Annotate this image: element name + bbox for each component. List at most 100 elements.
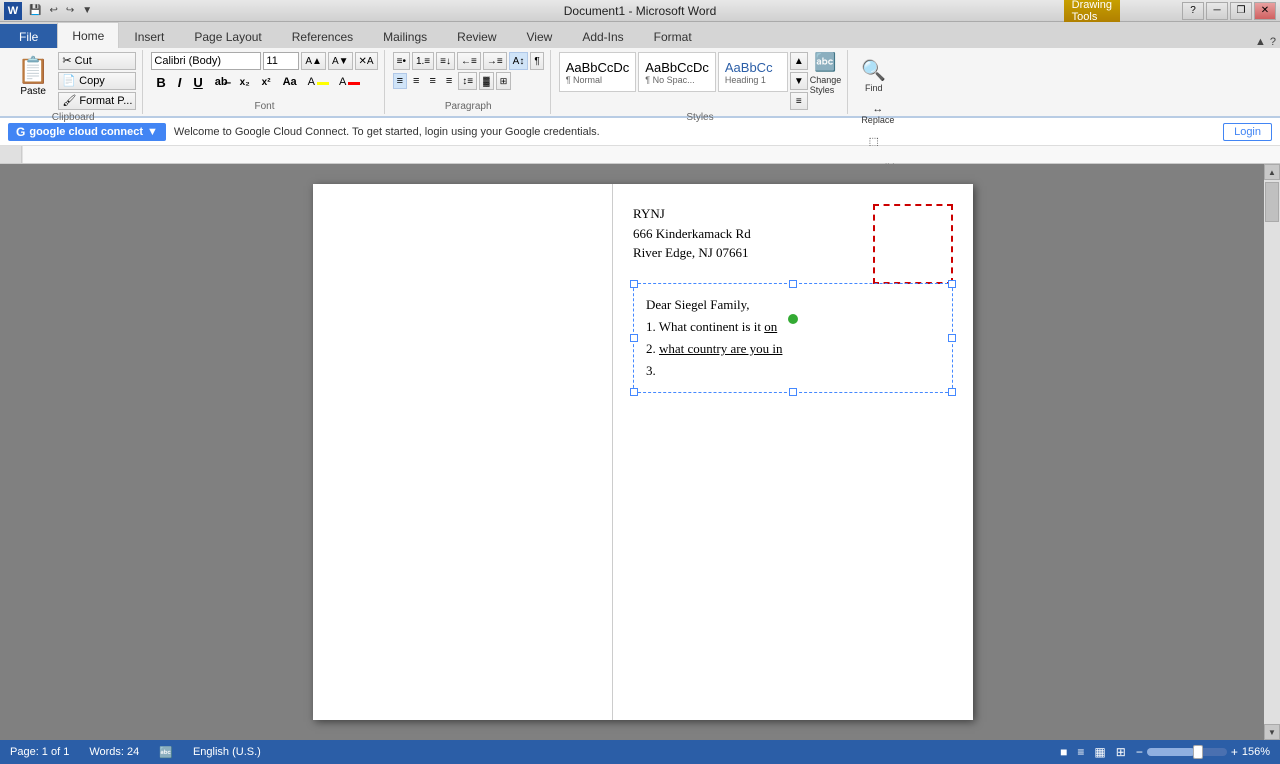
view-web-icon[interactable]: ≡ — [1077, 745, 1084, 759]
ribbon-collapse-btn[interactable]: ▲ — [1255, 36, 1266, 48]
scroll-down-btn[interactable]: ▼ — [1264, 724, 1280, 740]
close-btn[interactable]: ✕ — [1254, 2, 1276, 20]
help-btn[interactable]: ? — [1182, 2, 1204, 20]
multilevel-btn[interactable]: ≡↓ — [436, 52, 455, 70]
clear-format-btn[interactable]: ✕A — [355, 52, 378, 70]
align-right-btn[interactable]: ≡ — [425, 73, 439, 89]
align-left-btn[interactable]: ≡ — [393, 73, 407, 89]
bullets-btn[interactable]: ≡• — [393, 52, 410, 70]
language-info: English (U.S.) — [193, 746, 261, 758]
paste-icon: 📋 — [17, 55, 49, 86]
login-button[interactable]: Login — [1223, 123, 1272, 141]
border-btn[interactable]: ⊞ — [496, 72, 512, 90]
replace-btn[interactable]: ↔ Replace — [856, 100, 899, 128]
save-qa-btn[interactable]: 💾 — [26, 4, 44, 17]
tab-format[interactable]: Format — [639, 24, 707, 48]
handle-bot-left[interactable] — [630, 388, 638, 396]
view-draft-icon[interactable]: ⊞ — [1116, 745, 1126, 759]
app-title: Document1 - Microsoft Word — [564, 4, 717, 18]
numbering-btn[interactable]: 1.≡ — [412, 52, 434, 70]
sort-btn[interactable]: A↕ — [509, 52, 529, 70]
tab-file[interactable]: File — [0, 24, 57, 48]
document-area[interactable]: RYNJ 666 Kinderkamack Rd River Edge, NJ … — [22, 164, 1264, 740]
paste-button[interactable]: 📋 Paste — [10, 52, 56, 100]
format-painter-btn[interactable]: 🖌 Format P... — [58, 92, 136, 110]
style-no-spacing[interactable]: AaBbCcDc ¶ No Spac... — [638, 52, 716, 92]
tab-review[interactable]: Review — [442, 24, 511, 48]
undo-qa-btn[interactable]: ↩ — [46, 4, 60, 17]
main-area: RYNJ 666 Kinderkamack Rd River Edge, NJ … — [0, 164, 1280, 740]
scroll-up-btn[interactable]: ▲ — [1264, 164, 1280, 180]
tab-mailings[interactable]: Mailings — [368, 24, 442, 48]
handle-mid-left[interactable] — [630, 334, 638, 342]
quick-access: 💾 ↩ ↪ ▼ — [26, 4, 95, 17]
align-center-btn[interactable]: ≡ — [409, 73, 423, 89]
tab-insert[interactable]: Insert — [119, 24, 179, 48]
tab-home[interactable]: Home — [57, 22, 119, 48]
subscript-btn[interactable]: x₂ — [235, 72, 255, 92]
page-right: RYNJ 666 Kinderkamack Rd River Edge, NJ … — [613, 184, 973, 720]
title-bar: W 💾 ↩ ↪ ▼ Document1 - Microsoft Word Dra… — [0, 0, 1280, 22]
ribbon-help-btn[interactable]: ? — [1270, 36, 1276, 48]
scroll-thumb[interactable] — [1265, 182, 1279, 222]
title-left: W 💾 ↩ ↪ ▼ — [4, 2, 95, 20]
zoom-thumb[interactable] — [1193, 745, 1203, 759]
underline-btn[interactable]: U — [188, 72, 207, 92]
highlight-btn[interactable]: A — [304, 74, 333, 90]
zoom-slider[interactable] — [1147, 748, 1227, 756]
align-justify-btn[interactable]: ≡ — [442, 73, 456, 89]
clipboard-group: 📋 Paste ✂ Cut 📄 Copy 🖌 Format P... Clipb… — [4, 50, 143, 114]
handle-top-mid[interactable] — [789, 280, 797, 288]
style-heading1[interactable]: AaBbCc Heading 1 — [718, 52, 788, 92]
superscript-btn[interactable]: x² — [257, 72, 276, 92]
line-spacing-btn[interactable]: ↕≡ — [458, 72, 477, 90]
cut-btn[interactable]: ✂ Cut — [58, 52, 136, 70]
word-count: Words: 24 — [89, 746, 139, 758]
dropdown-qa-btn[interactable]: ▼ — [79, 4, 95, 17]
styles-more-btn[interactable]: ≡ — [790, 92, 808, 110]
increase-font-btn[interactable]: A▲ — [301, 52, 326, 70]
styles-down-btn[interactable]: ▼ — [790, 72, 808, 90]
font-name-input[interactable] — [151, 52, 261, 70]
copy-btn[interactable]: 📄 Copy — [58, 72, 136, 90]
tab-add-ins[interactable]: Add-Ins — [567, 24, 638, 48]
find-btn[interactable]: 🔍 Find — [856, 56, 891, 96]
italic-btn[interactable]: I — [173, 72, 187, 92]
decrease-font-btn[interactable]: A▼ — [328, 52, 353, 70]
font-color-btn[interactable]: A — [335, 74, 364, 90]
tab-references[interactable]: References — [277, 24, 368, 48]
styles-up-btn[interactable]: ▲ — [790, 52, 808, 70]
font-row1: A▲ A▼ ✕A — [151, 52, 377, 70]
ruler-corner — [0, 146, 22, 163]
strikethrough-btn[interactable]: ab̶ — [210, 72, 233, 92]
text-box[interactable]: Dear Siegel Family, 1. What continent is… — [633, 283, 953, 393]
minimize-btn[interactable]: ─ — [1206, 2, 1228, 20]
case-btn[interactable]: Aa — [278, 72, 302, 92]
handle-top-left[interactable] — [630, 280, 638, 288]
view-normal-icon[interactable]: ■ — [1060, 745, 1067, 759]
tab-view[interactable]: View — [512, 24, 568, 48]
handle-bot-right[interactable] — [948, 388, 956, 396]
tab-page-layout[interactable]: Page Layout — [179, 24, 276, 48]
handle-mid-right[interactable] — [948, 334, 956, 342]
handle-bot-mid[interactable] — [789, 388, 797, 396]
zoom-out-btn[interactable]: − — [1136, 745, 1143, 759]
redo-qa-btn[interactable]: ↪ — [63, 4, 77, 17]
style-normal[interactable]: AaBbCcDc ¶ Normal — [559, 52, 637, 92]
drawing-tools-label: Drawing Tools — [1064, 0, 1120, 22]
decrease-indent-btn[interactable]: ←≡ — [457, 52, 481, 70]
view-outline-icon[interactable]: ▦ — [1094, 745, 1105, 759]
bold-btn[interactable]: B — [151, 72, 170, 92]
shading-btn[interactable]: ▓ — [479, 72, 494, 90]
zoom-in-btn[interactable]: + — [1231, 745, 1238, 759]
restore-btn[interactable]: ❐ — [1230, 2, 1252, 20]
spell-check-icon[interactable]: 🔤 — [159, 746, 173, 759]
cloud-dropdown-icon[interactable]: ▼ — [147, 126, 158, 138]
scroll-track[interactable] — [1265, 180, 1279, 724]
show-para-btn[interactable]: ¶ — [530, 52, 543, 70]
increase-indent-btn[interactable]: →≡ — [483, 52, 507, 70]
item2-underline: what country are you in — [659, 341, 782, 356]
handle-top-right[interactable] — [948, 280, 956, 288]
font-size-input[interactable] — [263, 52, 299, 70]
ribbon-content: 📋 Paste ✂ Cut 📄 Copy 🖌 Format P... Clipb… — [0, 48, 1280, 118]
